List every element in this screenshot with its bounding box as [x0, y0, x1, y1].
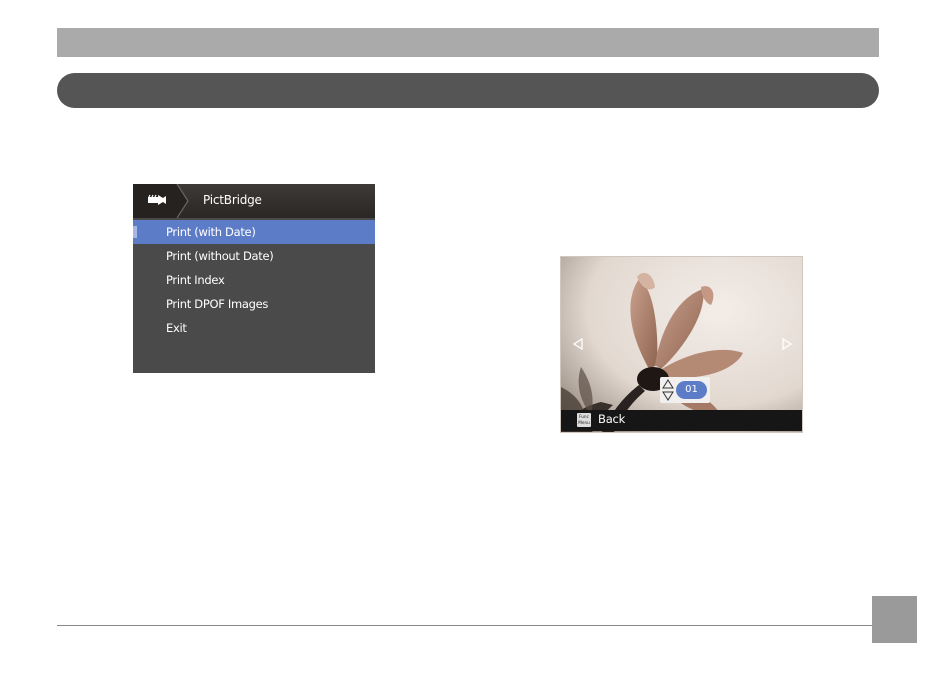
back-label: Back	[598, 412, 626, 426]
menu-header: PictBridge	[133, 184, 375, 218]
menu-item-print-dpof-images[interactable]: Print DPOF Images	[133, 292, 375, 316]
left-arrow-icon[interactable]	[571, 337, 585, 351]
back-bar[interactable]: Func Menu Back	[561, 410, 802, 431]
page-number-box	[872, 596, 917, 643]
pictbridge-menu-screen: PictBridge Print (with Date) Print (with…	[133, 184, 375, 373]
copies-selector[interactable]: 01	[660, 377, 710, 403]
up-down-arrow-icon[interactable]	[662, 378, 674, 402]
menu-item-print-index[interactable]: Print Index	[133, 268, 375, 292]
print-copies-screen: 01 Func Menu Back	[560, 256, 803, 433]
flower-photo	[561, 257, 802, 432]
menu-item-print-without-date[interactable]: Print (without Date)	[133, 244, 375, 268]
menu-item-print-with-date[interactable]: Print (with Date)	[133, 220, 375, 244]
right-arrow-icon[interactable]	[780, 337, 794, 351]
copies-value: 01	[676, 381, 707, 399]
page-header-bar	[57, 28, 879, 57]
menu-item-exit[interactable]: Exit	[133, 316, 375, 340]
menu-list: Print (with Date) Print (without Date) P…	[133, 220, 375, 340]
pictbridge-connection-icon	[148, 194, 166, 205]
footer-rule	[57, 625, 875, 626]
menu-title: PictBridge	[203, 193, 262, 207]
section-title-bar	[57, 73, 879, 108]
func-menu-icon: Func Menu	[577, 413, 591, 427]
